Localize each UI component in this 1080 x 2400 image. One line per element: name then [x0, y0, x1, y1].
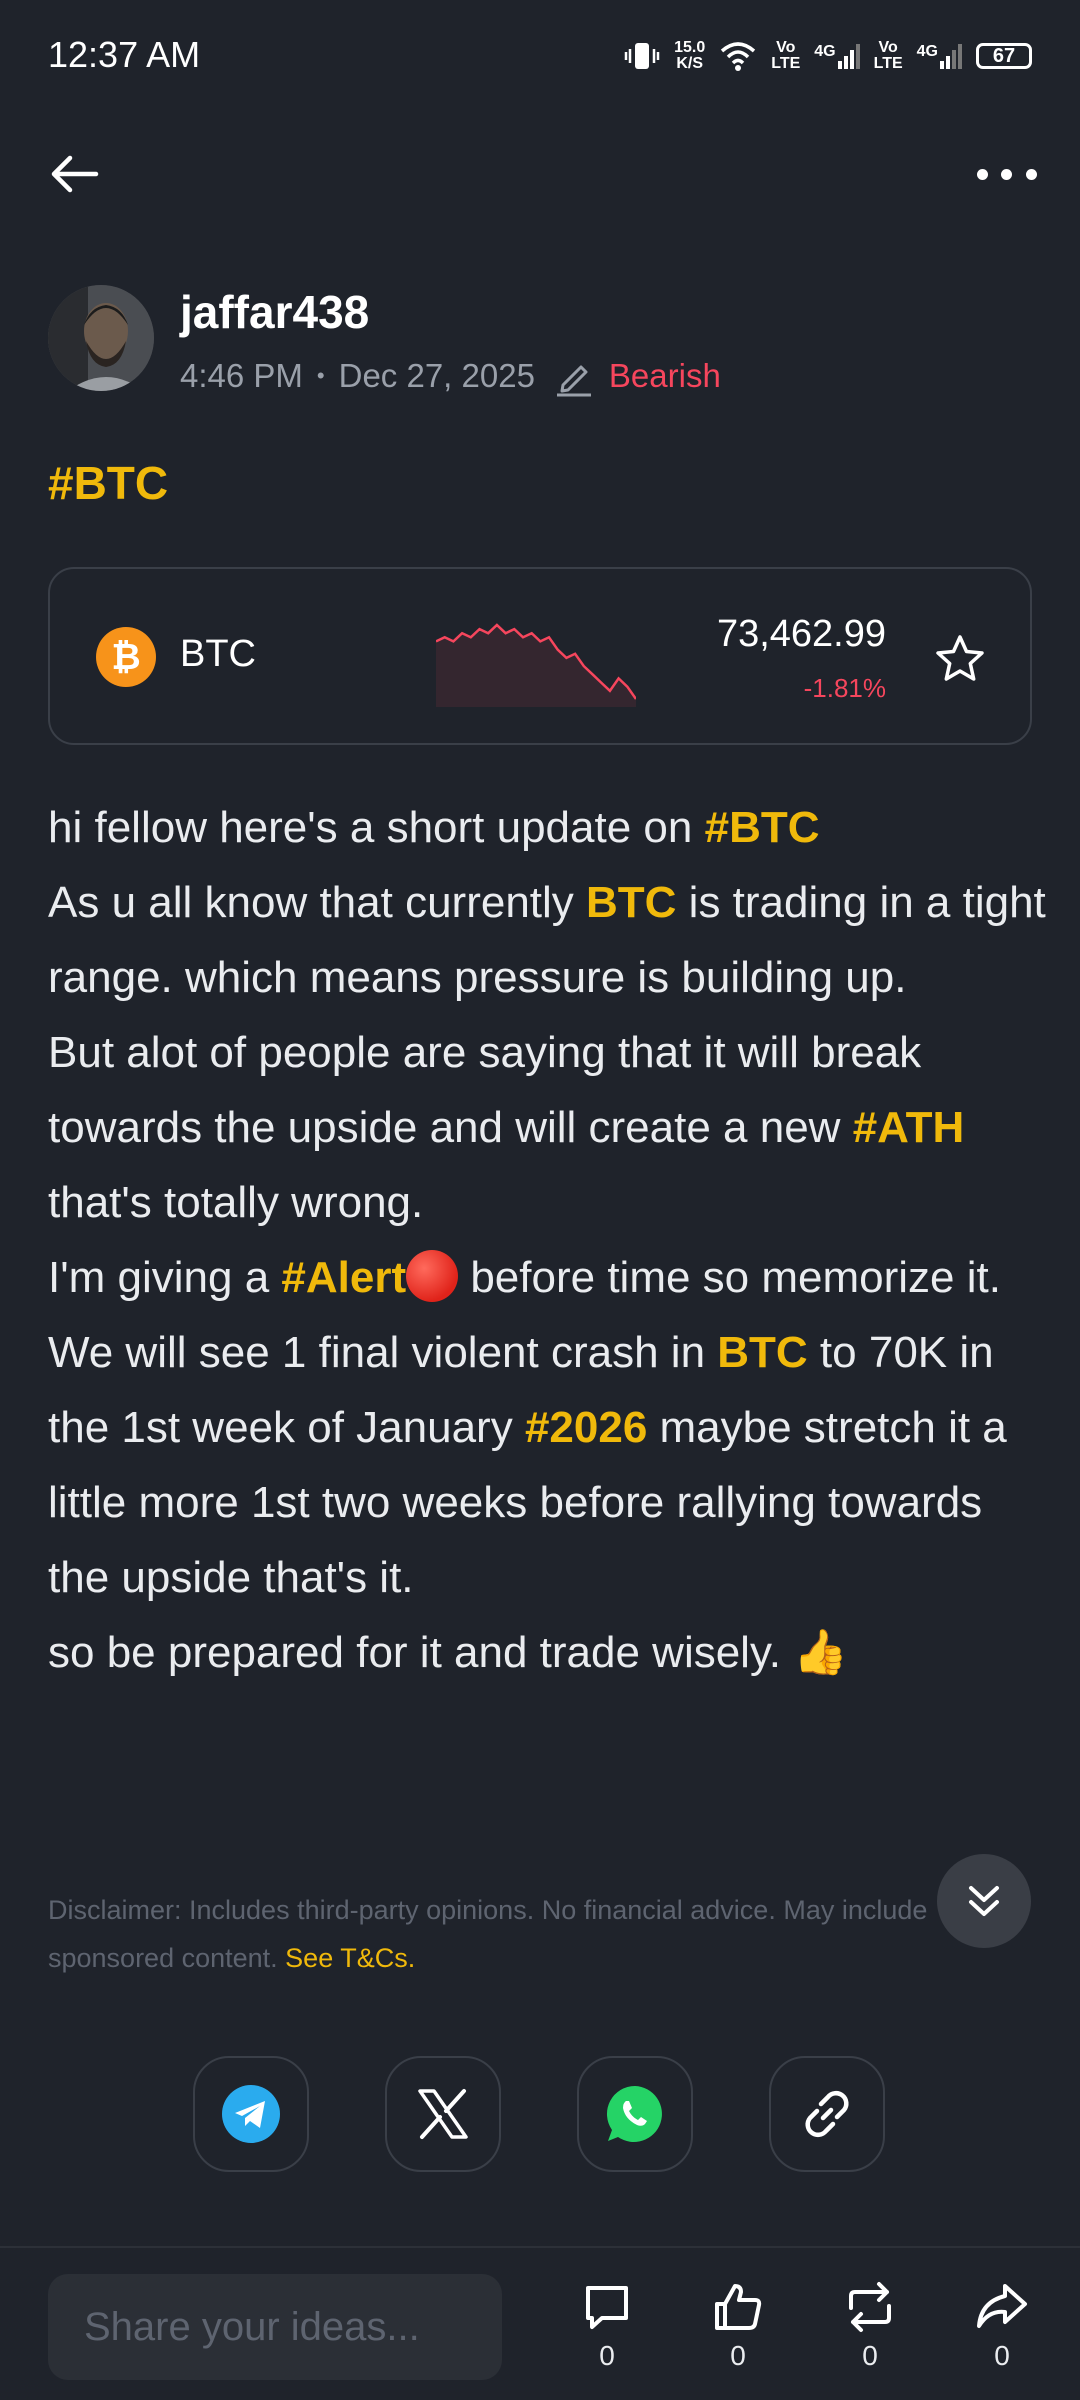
arrow-left-icon — [51, 155, 99, 193]
post-time: 4:46 PM — [180, 357, 303, 394]
status-icons: 15.0 K/S Vo LTE 4G Vo LTE 4G 67 — [624, 34, 1032, 78]
scroll-down-button[interactable] — [937, 1854, 1031, 1948]
share-telegram-button[interactable] — [193, 2056, 309, 2172]
post-text: As u all know that currently — [48, 878, 587, 927]
hashtag-link[interactable]: #2026 — [525, 1403, 647, 1452]
like-button[interactable]: 0 — [688, 2280, 788, 2390]
sim1-signal-icon: 4G — [814, 43, 860, 69]
post-paragraph: I'm giving a #Alert before time so memor… — [48, 1240, 1048, 1315]
post-paragraph: But alot of people are saying that it wi… — [48, 1015, 1048, 1240]
post-text: before time so memorize it. — [458, 1253, 1001, 1302]
link-icon — [805, 2090, 849, 2138]
sim2-signal-icon: 4G — [917, 43, 962, 69]
hashtag-link[interactable]: #ATH — [853, 1103, 965, 1152]
share-count: 0 — [994, 2340, 1010, 2371]
coin-change: -1.81% — [803, 673, 886, 703]
coin-link[interactable]: BTC — [586, 878, 676, 927]
hashtag-link[interactable]: #Alert — [281, 1253, 406, 1302]
share-arrow-icon — [977, 2284, 1027, 2328]
share-button[interactable]: 0 — [952, 2280, 1052, 2390]
red-circle-emoji-icon — [406, 1250, 459, 1302]
disclaimer: Disclaimer: Includes third-party opinion… — [48, 1886, 978, 1982]
avatar[interactable] — [48, 285, 154, 391]
whatsapp-icon — [606, 2086, 662, 2142]
coin-symbol: BTC — [180, 633, 256, 675]
double-chevron-down-icon — [969, 1886, 999, 1916]
more-options-button[interactable] — [970, 152, 1044, 196]
post-text: so be prepared for it and trade wisely. — [48, 1628, 794, 1677]
author-username[interactable]: jaffar438 — [180, 285, 369, 339]
post-paragraph: hi fellow here's a short update on #BTC — [48, 790, 1048, 865]
comment-count: 0 — [599, 2340, 615, 2371]
post-text: hi fellow here's a short update on — [48, 803, 705, 852]
post-paragraph: We will see 1 final violent crash in BTC… — [48, 1315, 1048, 1615]
disclaimer-text: Disclaimer: Includes third-party opinion… — [48, 1895, 928, 1973]
sim2-volte: Vo LTE — [873, 39, 903, 72]
post-text: We will see 1 final violent crash in — [48, 1328, 718, 1377]
favorite-button[interactable] — [932, 631, 988, 687]
share-ideas-input[interactable] — [48, 2274, 502, 2380]
coin-card[interactable]: ₿ BTC 73,462.99 -1.81% — [48, 567, 1032, 745]
more-dot — [1001, 168, 1013, 180]
thumbs-up-emoji-icon: 👍 — [793, 1628, 848, 1677]
post-meta: 4:46 PM • Dec 27, 2025 Bearish — [180, 355, 721, 397]
avatar-image — [48, 285, 154, 391]
terms-link[interactable]: See T&Cs. — [285, 1943, 415, 1973]
net-speed: 15.0 K/S — [674, 39, 706, 72]
bitcoin-icon: ₿ — [96, 627, 156, 687]
comment-icon — [586, 2286, 628, 2329]
repost-button[interactable]: 0 — [820, 2280, 920, 2390]
pencil-icon — [556, 365, 591, 397]
battery-icon: 67 — [976, 43, 1032, 69]
post-paragraph: As u all know that currently BTC is trad… — [48, 865, 1048, 1015]
coin-link[interactable]: BTC — [717, 1328, 807, 1377]
vibrate-icon — [624, 43, 660, 69]
star-icon — [936, 635, 984, 681]
share-whatsapp-button[interactable] — [577, 2056, 693, 2172]
battery-level: 67 — [992, 44, 1016, 67]
comment-button[interactable]: 0 — [557, 2280, 657, 2390]
bottom-divider — [0, 2246, 1080, 2248]
post-text: I'm giving a — [48, 1253, 282, 1302]
coin-price: 73,462.99 — [716, 613, 886, 655]
like-count: 0 — [730, 2340, 746, 2371]
x-icon — [418, 2089, 468, 2139]
post-text: But alot of people are saying that it wi… — [48, 1028, 934, 1152]
post-body: hi fellow here's a short update on #BTC … — [48, 790, 1048, 1690]
telegram-icon — [222, 2085, 280, 2143]
back-button[interactable] — [44, 142, 108, 206]
status-time: 12:37 AM — [48, 34, 201, 75]
share-x-button[interactable] — [385, 2056, 501, 2172]
repost-count: 0 — [862, 2340, 878, 2371]
repost-icon — [849, 2282, 891, 2332]
post-hashtag[interactable]: #BTC — [48, 456, 168, 510]
meta-separator: • — [316, 363, 325, 388]
sentiment-badge: Bearish — [608, 357, 721, 394]
thumbs-up-icon — [715, 2284, 762, 2330]
post-paragraph: so be prepared for it and trade wisely. … — [48, 1615, 1048, 1690]
copy-link-button[interactable] — [769, 2056, 885, 2172]
price-sparkline — [436, 623, 636, 707]
more-dot — [1026, 168, 1038, 180]
more-dots-icon — [976, 168, 988, 180]
post-date: Dec 27, 2025 — [338, 357, 535, 394]
hashtag-link[interactable]: #BTC — [705, 803, 820, 852]
wifi-icon — [721, 42, 756, 71]
sim1-volte: Vo LTE — [771, 39, 801, 72]
